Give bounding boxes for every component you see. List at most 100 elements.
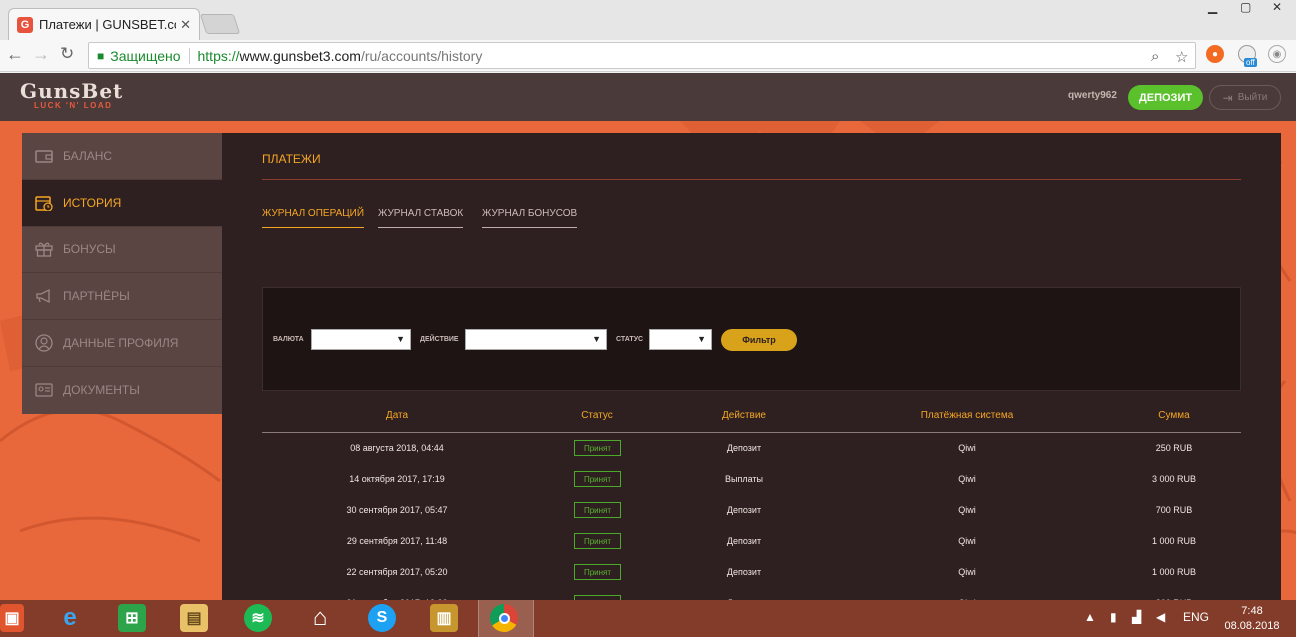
bookmark-star-icon[interactable]: ☆ bbox=[1175, 48, 1188, 66]
home-icon[interactable]: ⌂ bbox=[306, 604, 334, 632]
sidebar-item-label: ПАРТНЁРЫ bbox=[63, 289, 130, 304]
logo-main: GunsBet bbox=[20, 79, 124, 103]
store-icon[interactable]: ⊞ bbox=[118, 604, 146, 632]
archive-app-icon[interactable]: ▥ bbox=[430, 604, 458, 632]
url-protocol: https:// bbox=[197, 47, 240, 64]
calendar-clock-icon bbox=[34, 195, 54, 211]
sidebar-item-partners[interactable]: ПАРТНЁРЫ bbox=[22, 273, 222, 321]
cell-action: Депозит bbox=[726, 567, 762, 577]
cell-payment-system: Qiwi bbox=[958, 505, 976, 515]
sidebar-item-documents[interactable]: ДОКУМЕНТЫ bbox=[22, 367, 222, 414]
zoom-icon[interactable]: ⌕ bbox=[1151, 48, 1159, 65]
action-label: ДЕЙСТВИЕ bbox=[420, 336, 459, 343]
cell-date: 29 сентября 2017, 11:48 bbox=[346, 536, 448, 546]
clock-time: 7:48 bbox=[1241, 605, 1263, 617]
currency-select[interactable]: ▼ bbox=[311, 329, 411, 350]
status-label: СТАТУС bbox=[616, 336, 644, 343]
gunsbet-logo[interactable]: GunsBet LUCK 'N' LOAD bbox=[20, 81, 123, 111]
wallet-icon bbox=[34, 148, 54, 164]
sidebar-item-label: ДАННЫЕ ПРОФИЛЯ bbox=[63, 336, 179, 351]
internet-explorer-icon[interactable]: e bbox=[56, 604, 84, 632]
tab-title: Платежи | GUNSBET.com bbox=[39, 17, 176, 32]
cell-payment-system: Qiwi bbox=[958, 474, 976, 484]
chrome-icon[interactable] bbox=[490, 604, 518, 632]
cell-payment-system: Qiwi bbox=[958, 567, 976, 577]
column-header-status: Статус bbox=[581, 410, 613, 421]
username[interactable]: qwerty962 bbox=[1068, 90, 1117, 101]
status-select[interactable]: ▼ bbox=[649, 329, 712, 350]
table-row: 14 октября 2017, 17:19 Выплаты Qiwi 3 000 R… bbox=[262, 464, 1241, 495]
tab-bets-log[interactable]: ЖУРНАЛ СТАВОК bbox=[378, 208, 464, 228]
gunsbet-favicon-icon: G bbox=[17, 16, 33, 33]
system-clock[interactable]: 7:48 08.08.2018 bbox=[1218, 604, 1286, 634]
site-viewport: GunsBet LUCK 'N' LOAD qwerty962 ДЕПОЗИТ … bbox=[0, 73, 1296, 600]
cell-action: Депозит bbox=[726, 536, 762, 546]
cell-amount: 3 000 RUB bbox=[1151, 474, 1197, 484]
column-header-action: Действие bbox=[722, 410, 766, 421]
sidebar-item-bonuses[interactable]: БОНУСЫ bbox=[22, 227, 222, 274]
close-tab-icon[interactable]: ✕ bbox=[180, 17, 191, 33]
language-indicator[interactable]: ENG bbox=[1183, 610, 1209, 624]
status-badge: Принят bbox=[574, 440, 621, 456]
table-row: 21 сентября 2017, 13:32ДепозитQiwi800 RU… bbox=[262, 588, 1241, 600]
address-bar[interactable]: ■ Защищено https:// www.gunsbet3.com /ru… bbox=[88, 42, 1196, 69]
table-row: 29 сентября 2017, 11:48 Депозит Qiwi 1 000 … bbox=[262, 526, 1241, 557]
show-hidden-icons-icon[interactable]: ▲ bbox=[1084, 610, 1096, 624]
logout-button[interactable]: ⇥ Выйти bbox=[1209, 85, 1281, 110]
currency-label: ВАЛЮТА bbox=[273, 336, 304, 343]
forward-arrow-icon[interactable]: → bbox=[32, 44, 50, 65]
sidebar-item-balance[interactable]: БАЛАНС bbox=[22, 133, 222, 180]
chevron-down-icon: ▼ bbox=[697, 334, 706, 344]
sidebar-item-profile[interactable]: ДАННЫЕ ПРОФИЛЯ bbox=[22, 320, 222, 367]
tab-operations-log[interactable]: ЖУРНАЛ ОПЕРАЦИЙ bbox=[262, 208, 365, 228]
filter-button[interactable]: Фильтр bbox=[721, 329, 797, 351]
status-badge: Принят bbox=[574, 471, 621, 487]
title-divider bbox=[262, 179, 1241, 180]
tab-bonus-log[interactable]: ЖУРНАЛ БОНУСОВ bbox=[482, 208, 578, 228]
id-card-icon bbox=[34, 382, 54, 398]
photos-app-icon[interactable]: ▣ bbox=[0, 604, 24, 632]
network-icon[interactable]: ▟ bbox=[1132, 610, 1141, 624]
cell-payment-system: Qiwi bbox=[958, 443, 976, 453]
account-sidebar: БАЛАНС ИСТОРИЯ БОНУСЫ ПАРТНЁРЫ ДАННЫЕ ПР… bbox=[22, 133, 222, 414]
chrome-center bbox=[498, 612, 510, 624]
status-badge: Принят bbox=[574, 564, 621, 580]
status-badge: Принят bbox=[574, 502, 621, 518]
clock-date: 08.08.2018 bbox=[1224, 620, 1280, 632]
file-explorer-icon[interactable]: ▤ bbox=[180, 604, 208, 632]
logout-icon: ⇥ bbox=[1222, 90, 1233, 105]
url-path: /ru/accounts/history bbox=[360, 47, 483, 64]
cell-amount: 250 RUB bbox=[1155, 443, 1193, 453]
windows-taskbar: ▣ e ⊞ ▤ ≋ ⌂ S ▥ ▲ ▮ ▟ ◀ ENG 7:48 08.08.2… bbox=[0, 600, 1296, 637]
chevron-down-icon: ▼ bbox=[592, 334, 601, 344]
sidebar-item-label: ИСТОРИЯ bbox=[63, 195, 122, 210]
reload-icon[interactable]: ↻ bbox=[60, 44, 74, 64]
logo-tagline: LUCK 'N' LOAD bbox=[34, 101, 113, 110]
gift-icon bbox=[34, 241, 54, 258]
cell-date: 22 сентября 2017, 05:20 bbox=[346, 567, 448, 577]
close-window-icon[interactable]: ✕ bbox=[1272, 0, 1282, 14]
browser-tab[interactable]: G Платежи | GUNSBET.com ✕ bbox=[8, 8, 200, 40]
battery-icon[interactable]: ▮ bbox=[1110, 610, 1117, 624]
sidebar-item-history[interactable]: ИСТОРИЯ bbox=[22, 179, 222, 227]
extension-vpn-icon[interactable]: off bbox=[1238, 45, 1257, 67]
logout-label: Выйти bbox=[1237, 92, 1268, 103]
action-select[interactable]: ▼ bbox=[465, 329, 607, 350]
filter-panel: ВАЛЮТА ▼ ДЕЙСТВИЕ ▼ СТАТУС ▼ Фильтр bbox=[262, 287, 1241, 391]
deposit-button[interactable]: ДЕПОЗИТ bbox=[1128, 85, 1203, 110]
back-arrow-icon[interactable]: ← bbox=[6, 44, 24, 65]
volume-icon[interactable]: ◀ bbox=[1156, 610, 1165, 624]
new-tab-button[interactable] bbox=[199, 14, 241, 34]
extension-round-icon[interactable]: ◉ bbox=[1268, 45, 1286, 63]
skype-icon[interactable]: S bbox=[368, 604, 396, 632]
cell-amount: 700 RUB bbox=[1155, 505, 1193, 515]
cell-amount: 1 000 RUB bbox=[1151, 536, 1197, 546]
secure-label: Защищено bbox=[110, 47, 181, 64]
maximize-window-icon[interactable]: ▢ bbox=[1240, 0, 1251, 14]
cell-amount: 1 000 RUB bbox=[1151, 567, 1197, 577]
cell-date: 30 сентября 2017, 05:47 bbox=[346, 505, 448, 515]
spotify-icon[interactable]: ≋ bbox=[244, 604, 272, 632]
minimize-window-icon[interactable]: ▁ bbox=[1208, 0, 1217, 14]
extension-fox-icon[interactable]: ● bbox=[1206, 45, 1224, 63]
column-header-date: Дата bbox=[385, 410, 409, 421]
